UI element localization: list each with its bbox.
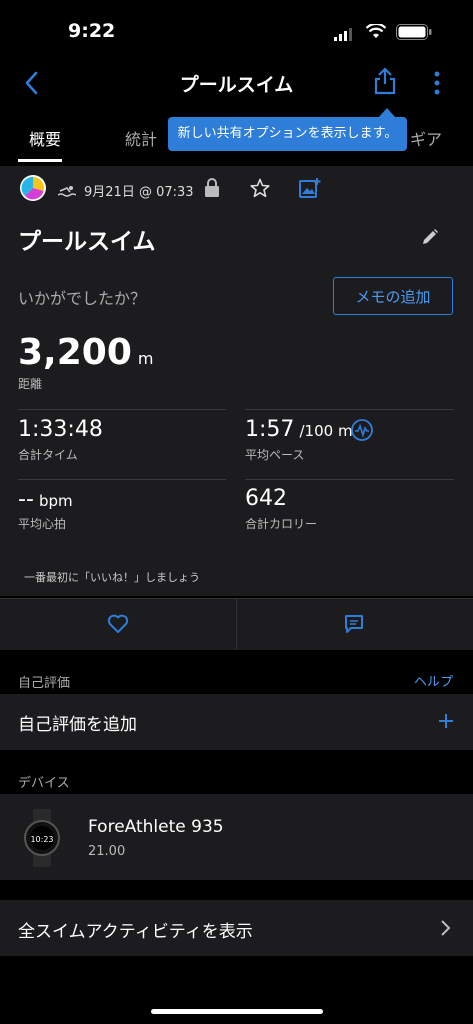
- avg-pace-label: 平均ペース: [245, 448, 305, 462]
- star-icon[interactable]: [250, 178, 270, 202]
- activity-ring-icon: [19, 174, 47, 206]
- tab-overview[interactable]: 概要: [29, 126, 61, 150]
- activity-date: 9月21日 @ 07:33: [84, 185, 194, 200]
- pace-chart-icon[interactable]: [351, 419, 373, 445]
- calories-value: 642: [245, 486, 287, 511]
- avg-pace-number: 1:57: [245, 417, 295, 442]
- activity-title: プールスイム: [18, 229, 156, 255]
- help-link[interactable]: ヘルプ: [414, 671, 453, 690]
- all-swim-activities-label: 全スイムアクティビティを表示: [18, 922, 253, 942]
- home-indicator[interactable]: [151, 1009, 323, 1014]
- edit-pencil-icon[interactable]: [421, 228, 439, 250]
- share-icon[interactable]: [372, 67, 398, 99]
- divider: [18, 479, 226, 480]
- tab-active-underline: [18, 159, 62, 162]
- status-time: 9:22: [68, 20, 116, 42]
- add-memo-button[interactable]: メモの追加: [333, 277, 453, 315]
- add-self-eval-row[interactable]: 自己評価を追加: [0, 694, 473, 750]
- devices-header: デバイス: [18, 776, 70, 791]
- add-photo-icon[interactable]: [299, 177, 321, 203]
- tab-stats[interactable]: 統計: [125, 126, 157, 150]
- total-time-value: 1:33:48: [18, 417, 103, 442]
- share-tooltip[interactable]: 新しい共有オプションを表示します。: [168, 117, 407, 151]
- comment-icon[interactable]: [344, 614, 364, 638]
- watch-icon: 10:23: [22, 809, 62, 871]
- device-row[interactable]: 10:23 ForeAthlete 935 21.00: [0, 794, 473, 880]
- avg-pace-unit: /100 m: [299, 422, 353, 440]
- divider: [18, 409, 226, 410]
- distance-number: 3,200: [18, 332, 132, 373]
- self-eval-header: 自己評価: [18, 676, 71, 691]
- like-prompt: 一番最初に「いいね！」しましょう: [24, 571, 200, 584]
- all-swim-activities-row[interactable]: 全スイムアクティビティを表示: [0, 900, 473, 956]
- distance-label: 距離: [18, 377, 43, 391]
- distance-value: 3,200 m: [18, 332, 153, 373]
- add-self-eval-label: 自己評価を追加: [18, 715, 137, 735]
- calories-label: 合計カロリー: [245, 517, 318, 531]
- more-options-icon[interactable]: [432, 70, 442, 100]
- like-heart-icon[interactable]: [107, 614, 129, 638]
- avg-hr-value: -- bpm: [18, 487, 73, 512]
- divider: [236, 599, 237, 650]
- distance-unit: m: [137, 349, 154, 368]
- lock-icon[interactable]: [204, 178, 220, 202]
- how-was-it-prompt: いかがでしたか？: [18, 289, 147, 308]
- signal-icon: [334, 26, 354, 45]
- avg-pace-value: 1:57 /100 m: [245, 417, 353, 442]
- chevron-right-icon: [440, 919, 452, 941]
- avg-hr-label: 平均心拍: [18, 517, 67, 531]
- plus-icon[interactable]: [438, 713, 454, 733]
- page-title: プールスイム: [179, 74, 294, 96]
- battery-icon: [396, 24, 432, 44]
- total-time-label: 合計タイム: [18, 448, 78, 462]
- device-version: 21.00: [88, 844, 126, 859]
- tab-gear[interactable]: ギア: [410, 126, 442, 150]
- social-actions-bar: [0, 598, 473, 650]
- swim-icon: [57, 182, 77, 201]
- divider: [245, 409, 454, 410]
- svg-text:10:23: 10:23: [30, 835, 53, 844]
- divider: [245, 479, 454, 480]
- device-name: ForeAthlete 935: [88, 817, 224, 837]
- avg-hr-unit: bpm: [38, 492, 73, 510]
- avg-hr-number: --: [18, 487, 34, 512]
- wifi-icon: [365, 22, 387, 43]
